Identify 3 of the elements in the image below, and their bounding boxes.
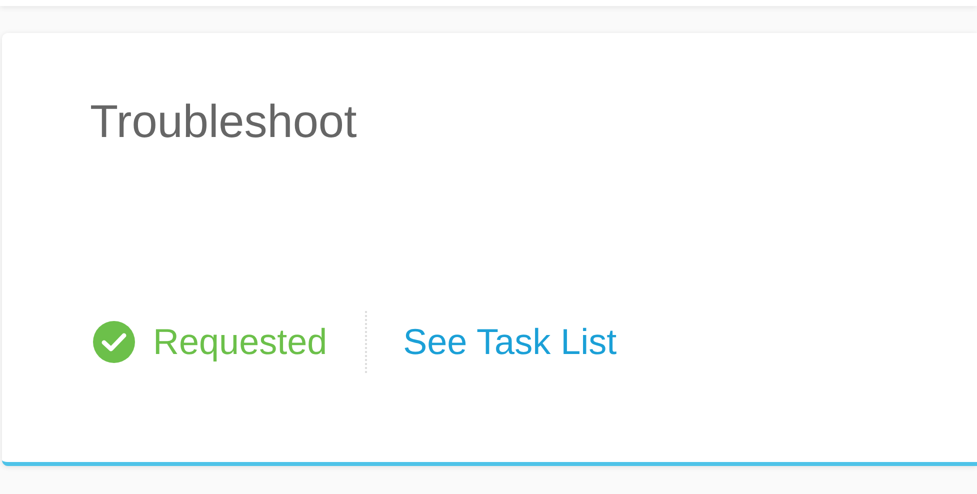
card-title: Troubleshoot <box>90 94 358 149</box>
see-task-list-link[interactable]: See Task List <box>403 320 617 364</box>
status-label: Requested <box>153 320 328 364</box>
